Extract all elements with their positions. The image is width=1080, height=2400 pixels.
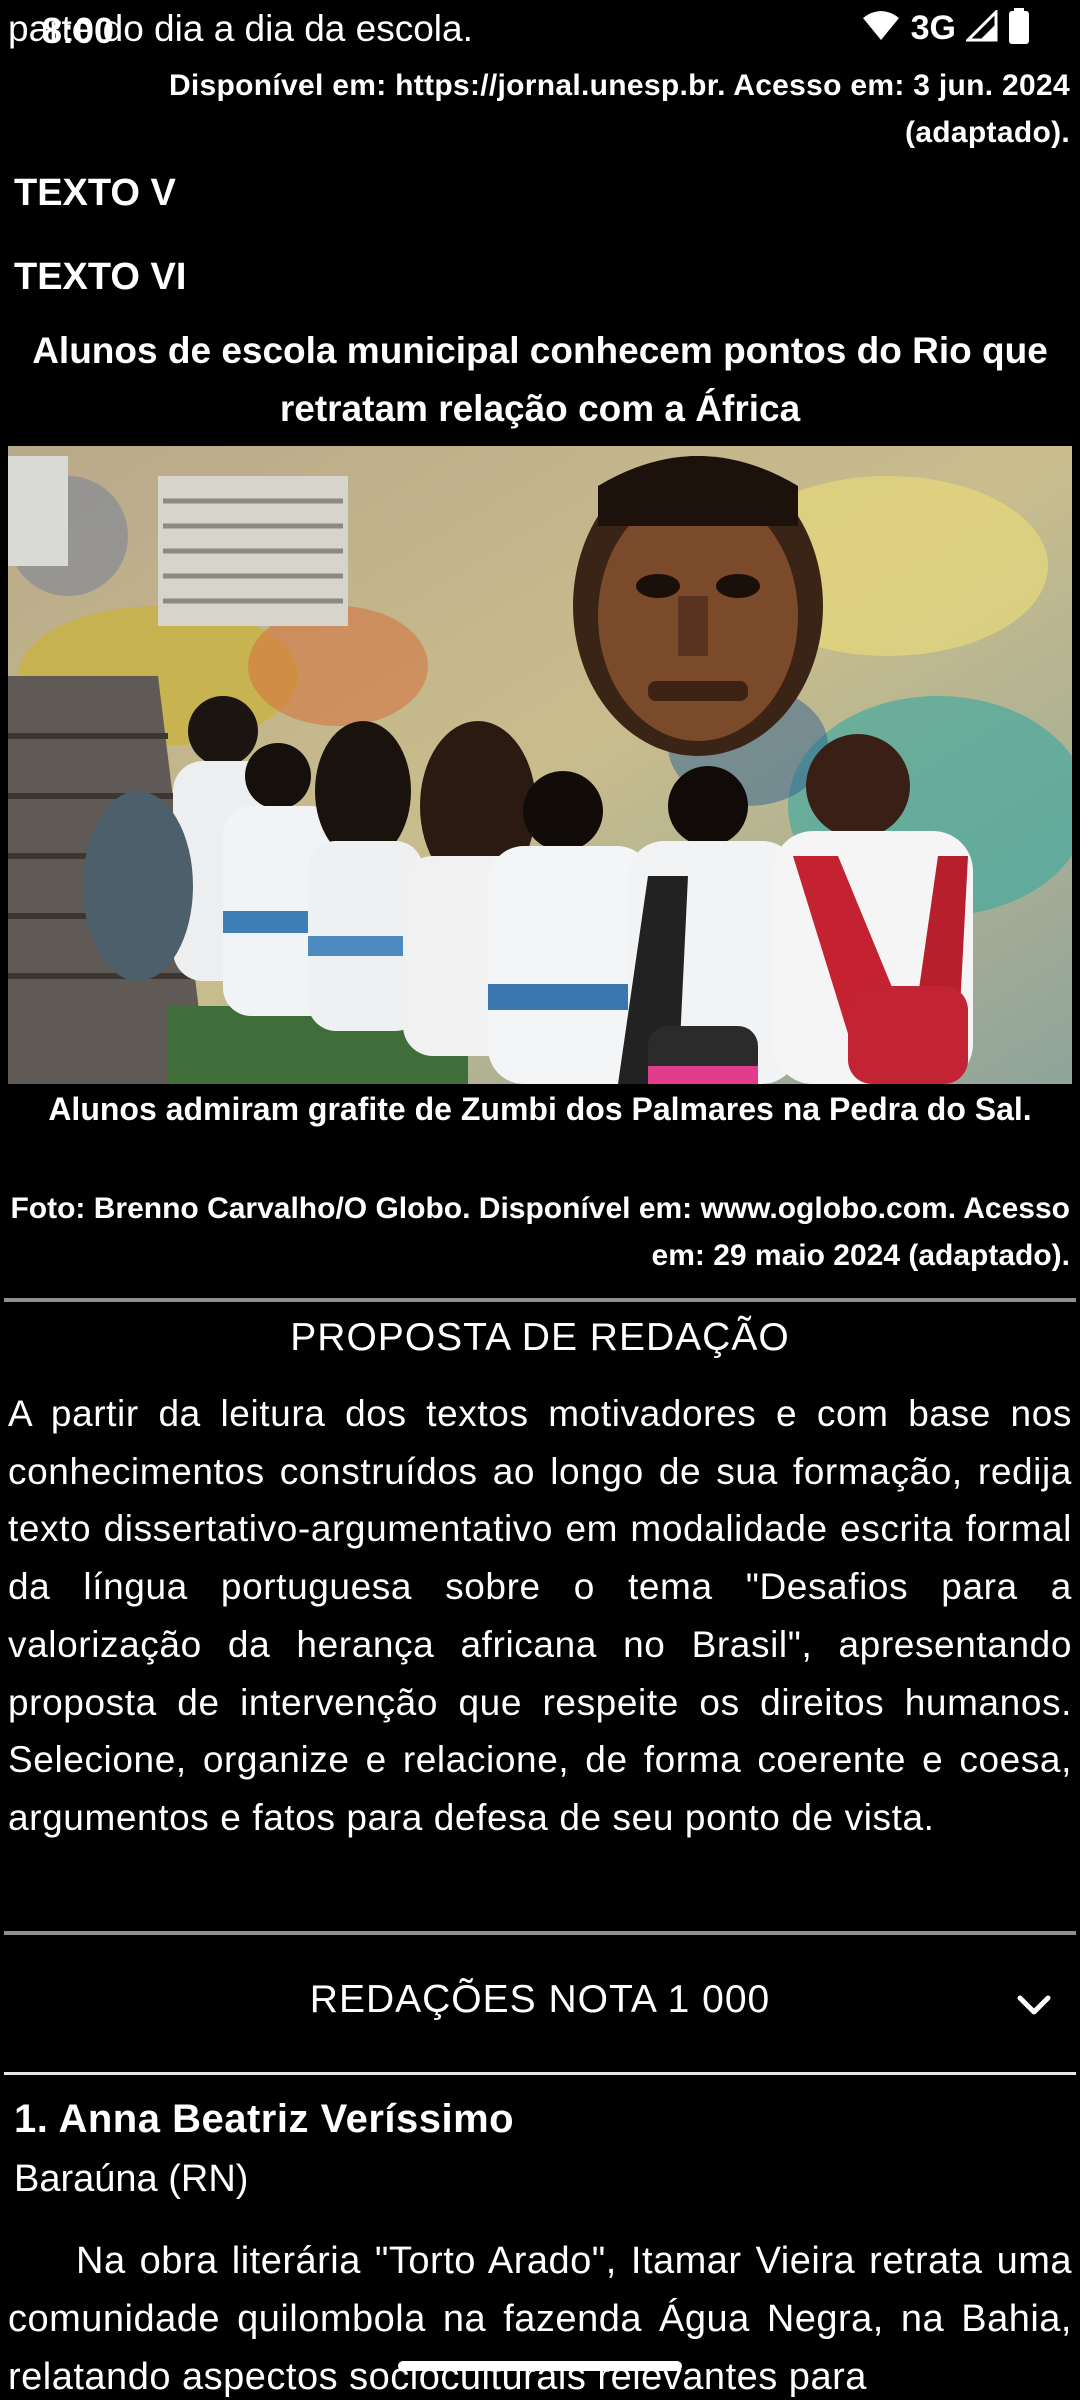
proposal-title: PROPOSTA DE REDAÇÃO (290, 1316, 790, 1359)
accordion-divider (4, 2072, 1076, 2075)
essay-city: Baraúna (RN) (14, 2158, 249, 2200)
chevron-down-icon[interactable] (1014, 1986, 1054, 2026)
home-indicator[interactable] (398, 2361, 682, 2371)
heading-texto-v: TEXTO V (14, 172, 176, 214)
signal-icon (964, 8, 998, 47)
photo-credit: Foto: Brenno Carvalho/O Globo. Disponíve… (10, 1192, 1070, 1272)
essays-accordion-header[interactable]: REDAÇÕES NOTA 1 000 (0, 1934, 1080, 2070)
essay-text: Na obra literária "Torto Arado", Itamar … (8, 2240, 1072, 2398)
section-divider (4, 1298, 1076, 1302)
source-citation: Disponível em: https://jornal.unesp.br. … (168, 69, 1070, 149)
graffiti-photo (8, 446, 1072, 1084)
wifi-icon (861, 10, 901, 47)
news-title: Alunos de escola municipal conhecem pont… (32, 330, 1048, 429)
proposal-body: A partir da leitura dos textos motivador… (8, 1393, 1072, 1838)
heading-texto-vi: TEXTO VI (14, 256, 187, 298)
battery-icon (1008, 8, 1030, 49)
photo-caption: Alunos admiram grafite de Zumbi dos Palm… (48, 1091, 1032, 1127)
status-time: 8:00 (42, 10, 115, 51)
status-icons: 3G (861, 8, 1030, 49)
network-type: 3G (910, 9, 956, 47)
essay-author: 1. Anna Beatriz Veríssimo (14, 2097, 515, 2141)
essays-accordion-label: REDAÇÕES NOTA 1 000 (309, 1978, 771, 2021)
